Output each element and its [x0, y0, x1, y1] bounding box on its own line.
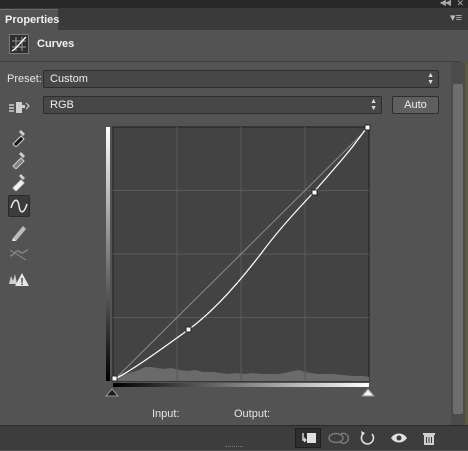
sample-black-point-icon[interactable]	[8, 125, 30, 148]
black-point-slider[interactable]	[104, 388, 120, 397]
on-image-adjust-icon[interactable]	[8, 96, 30, 118]
panel-top-strip	[0, 0, 468, 8]
white-point-slider[interactable]	[360, 388, 375, 397]
output-label: Output:	[234, 408, 271, 420]
curves-adjustment-icon	[9, 34, 29, 54]
panel-menu-icon[interactable]: ▾≡	[450, 11, 462, 24]
panel-title: Curves	[37, 38, 75, 50]
curve-point[interactable]	[364, 124, 371, 131]
output-gradient-bar	[106, 127, 110, 381]
preset-dropdown[interactable]: Custom ▲ ▼	[43, 70, 439, 88]
visibility-eye-icon[interactable]	[386, 428, 412, 448]
curve-point[interactable]	[185, 326, 192, 333]
auto-button[interactable]: Auto	[392, 96, 439, 114]
sample-white-point-icon[interactable]	[8, 169, 30, 192]
delete-icon[interactable]	[416, 428, 442, 448]
collapse-icon[interactable]: ◀◀	[440, 0, 451, 7]
updown-arrows-icon: ▲ ▼	[427, 72, 434, 86]
draw-pencil-icon[interactable]	[8, 220, 30, 242]
tab-properties[interactable]: Properties	[0, 9, 59, 30]
sample-gray-point-icon[interactable]	[8, 147, 30, 170]
channel-value: RGB	[50, 99, 74, 111]
panel-tab-bar: Properties ▾≡	[0, 8, 468, 30]
resize-grip[interactable]	[225, 446, 243, 450]
svg-text:!: !	[20, 277, 23, 288]
updown-arrows-icon: ▲ ▼	[370, 98, 377, 112]
preset-value: Custom	[50, 73, 88, 85]
clip-to-layer-icon[interactable]	[295, 428, 321, 448]
channel-dropdown[interactable]: RGB ▲ ▼	[43, 96, 382, 114]
scrollbar-thumb[interactable]	[453, 84, 463, 414]
edit-points-curve-icon[interactable]	[8, 195, 30, 217]
curves-graph[interactable]	[103, 124, 375, 400]
preset-label: Preset:	[7, 73, 42, 85]
input-label: Input:	[152, 408, 180, 420]
clipping-warning-icon[interactable]: !	[8, 268, 30, 290]
header-divider	[0, 61, 460, 62]
input-gradient-bar	[113, 383, 369, 387]
reset-icon[interactable]	[355, 428, 381, 448]
curve-point[interactable]	[111, 375, 118, 382]
curve-point[interactable]	[311, 189, 318, 196]
smooth-curve-icon[interactable]	[8, 242, 30, 264]
view-previous-state-icon[interactable]	[325, 428, 351, 448]
